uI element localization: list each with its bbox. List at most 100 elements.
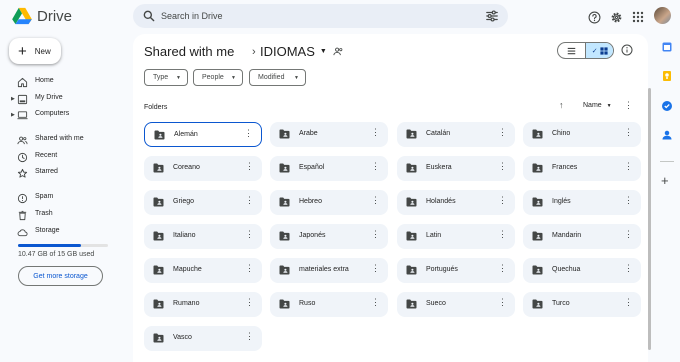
- folder-item[interactable]: Sueco ⋮: [397, 292, 515, 317]
- more-options-icon[interactable]: ⋮: [245, 332, 254, 341]
- folder-item[interactable]: Holandés ⋮: [397, 190, 515, 215]
- more-options-icon[interactable]: ⋮: [624, 100, 633, 111]
- sidebar-item-home[interactable]: Home: [0, 74, 120, 90]
- folder-item[interactable]: Frances ⋮: [523, 156, 641, 181]
- more-options-icon[interactable]: ⋮: [624, 162, 633, 171]
- shared-folder-icon: [532, 197, 543, 207]
- grid-view-icon: [600, 46, 608, 55]
- info-icon[interactable]: [621, 44, 633, 56]
- breadcrumb-current-folder[interactable]: IDIOMAS ▼: [260, 44, 327, 59]
- sidebar-item-label: Trash: [35, 210, 53, 217]
- more-options-icon[interactable]: ⋮: [245, 162, 254, 171]
- apps-grid-icon[interactable]: [630, 9, 646, 25]
- folder-item[interactable]: Quechua ⋮: [523, 258, 641, 283]
- more-options-icon[interactable]: ⋮: [245, 230, 254, 239]
- folder-item[interactable]: Euskera ⋮: [397, 156, 515, 181]
- sidebar-item-storage[interactable]: Storage: [0, 224, 120, 240]
- breadcrumb-shared-with-me[interactable]: Shared with me: [144, 44, 234, 59]
- add-addon-icon[interactable]: +: [661, 173, 669, 188]
- search-options-icon[interactable]: [485, 9, 499, 23]
- more-options-icon[interactable]: ⋮: [245, 298, 254, 307]
- list-view-icon: [567, 47, 576, 54]
- more-options-icon[interactable]: ⋮: [498, 196, 507, 205]
- folder-item[interactable]: Portugués ⋮: [397, 258, 515, 283]
- search-bar[interactable]: [133, 4, 508, 28]
- more-options-icon[interactable]: ⋮: [624, 230, 633, 239]
- sidebar-item-shared[interactable]: Shared with me: [0, 132, 120, 148]
- sidebar-item-spam[interactable]: Spam: [0, 190, 120, 206]
- more-options-icon[interactable]: ⋮: [624, 298, 633, 307]
- folder-item[interactable]: Latin ⋮: [397, 224, 515, 249]
- filter-people-chip[interactable]: People ▼: [193, 69, 243, 86]
- more-options-icon[interactable]: ⋮: [371, 196, 380, 205]
- folder-item[interactable]: Vasco ⋮: [144, 326, 262, 351]
- folder-item[interactable]: Mapuche ⋮: [144, 258, 262, 283]
- sidebar-item-label: Home: [35, 77, 54, 84]
- account-avatar[interactable]: [654, 7, 671, 24]
- more-options-icon[interactable]: ⋮: [245, 196, 254, 205]
- sidebar-item-trash[interactable]: Trash: [0, 207, 120, 223]
- folder-item[interactable]: materiales extra ⋮: [270, 258, 388, 283]
- more-options-icon[interactable]: ⋮: [244, 129, 253, 138]
- drive-logo[interactable]: Drive: [12, 7, 72, 25]
- more-options-icon[interactable]: ⋮: [498, 264, 507, 273]
- expand-caret-icon[interactable]: ▶: [11, 96, 15, 102]
- sidebar-item-recent[interactable]: Recent: [0, 149, 120, 165]
- sidebar-item-starred[interactable]: Starred: [0, 165, 120, 181]
- help-icon[interactable]: [586, 9, 602, 25]
- list-view-button[interactable]: [558, 43, 585, 58]
- more-options-icon[interactable]: ⋮: [498, 298, 507, 307]
- folder-item[interactable]: Griego ⋮: [144, 190, 262, 215]
- grid-view-button[interactable]: ✓: [585, 43, 613, 58]
- get-more-storage-button[interactable]: Get more storage: [18, 266, 103, 286]
- filter-modified-chip[interactable]: Modified ▼: [249, 69, 306, 86]
- tasks-icon[interactable]: [661, 100, 673, 112]
- more-options-icon[interactable]: ⋮: [498, 162, 507, 171]
- contacts-icon[interactable]: [661, 129, 673, 141]
- more-options-icon[interactable]: ⋮: [245, 264, 254, 273]
- folder-item[interactable]: Arabe ⋮: [270, 122, 388, 147]
- folder-item[interactable]: Rumano ⋮: [144, 292, 262, 317]
- scrollbar[interactable]: [648, 88, 651, 350]
- clock-icon: [17, 152, 28, 163]
- more-options-icon[interactable]: ⋮: [371, 128, 380, 137]
- more-options-icon[interactable]: ⋮: [371, 264, 380, 273]
- sort-direction-arrow-icon[interactable]: ↑: [559, 100, 564, 110]
- top-bar: Drive: [0, 0, 680, 34]
- more-options-icon[interactable]: ⋮: [371, 298, 380, 307]
- sort-by-name-button[interactable]: Name ▼: [583, 102, 612, 109]
- folder-item[interactable]: Italiano ⋮: [144, 224, 262, 249]
- search-icon[interactable]: [142, 9, 156, 23]
- folder-item[interactable]: Inglés ⋮: [523, 190, 641, 215]
- folder-item[interactable]: Hebreo ⋮: [270, 190, 388, 215]
- sidebar-item-computers[interactable]: ▶ Computers: [0, 107, 120, 123]
- folder-item[interactable]: Chino ⋮: [523, 122, 641, 147]
- more-options-icon[interactable]: ⋮: [371, 162, 380, 171]
- more-options-icon[interactable]: ⋮: [624, 128, 633, 137]
- more-options-icon[interactable]: ⋮: [498, 230, 507, 239]
- folder-item[interactable]: Ruso ⋮: [270, 292, 388, 317]
- new-button[interactable]: + New: [9, 38, 61, 64]
- more-options-icon[interactable]: ⋮: [371, 230, 380, 239]
- more-options-icon[interactable]: ⋮: [624, 264, 633, 273]
- search-input[interactable]: [161, 7, 461, 25]
- sidebar-item-my-drive[interactable]: ▶ My Drive: [0, 91, 120, 107]
- more-options-icon[interactable]: ⋮: [624, 196, 633, 205]
- folder-name: Catalán: [426, 130, 451, 137]
- filter-type-chip[interactable]: Type ▼: [144, 69, 188, 86]
- folder-item[interactable]: Coreano ⋮: [144, 156, 262, 181]
- folder-name: Euskera: [426, 164, 452, 171]
- folder-item[interactable]: Turco ⋮: [523, 292, 641, 317]
- folder-item[interactable]: Español ⋮: [270, 156, 388, 181]
- keep-icon[interactable]: [661, 70, 673, 82]
- expand-caret-icon[interactable]: ▶: [11, 112, 15, 118]
- shared-people-icon[interactable]: [333, 46, 344, 57]
- settings-gear-icon[interactable]: [608, 9, 624, 25]
- folder-item[interactable]: Alemán ⋮: [144, 122, 262, 147]
- folder-item[interactable]: Japonés ⋮: [270, 224, 388, 249]
- folder-item[interactable]: Mandarin ⋮: [523, 224, 641, 249]
- calendar-icon[interactable]: [661, 41, 673, 53]
- folder-name: Vasco: [173, 334, 192, 341]
- folder-item[interactable]: Catalán ⋮: [397, 122, 515, 147]
- more-options-icon[interactable]: ⋮: [498, 128, 507, 137]
